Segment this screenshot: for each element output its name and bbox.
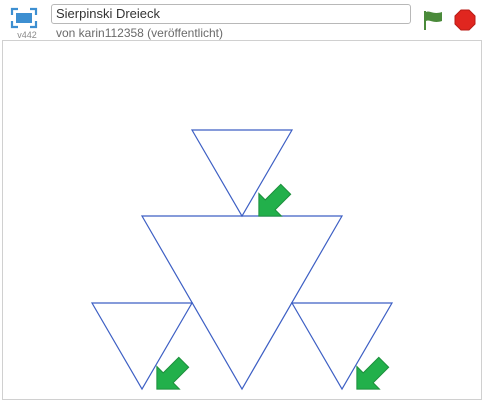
project-title-field[interactable]: Sierpinski Dreieck <box>51 4 411 24</box>
green-flag-button[interactable] <box>421 8 445 32</box>
stage[interactable] <box>2 40 482 400</box>
author-label: von karin112358 (veröffentlicht) <box>56 26 223 40</box>
fullscreen-button[interactable] <box>10 6 38 30</box>
stop-button[interactable] <box>453 8 477 32</box>
player-header: v442 Sierpinski Dreieck von karin112358 … <box>0 0 484 40</box>
arrow-sprite-top[interactable] <box>248 178 297 227</box>
version-label: v442 <box>17 30 37 40</box>
green-flag-icon <box>424 11 442 30</box>
stage-canvas <box>90 129 395 399</box>
stop-sign-icon <box>454 9 476 31</box>
fullscreen-icon <box>10 7 38 29</box>
arrow-sprite-left[interactable] <box>146 351 195 399</box>
arrow-sprite-right[interactable] <box>346 351 395 399</box>
